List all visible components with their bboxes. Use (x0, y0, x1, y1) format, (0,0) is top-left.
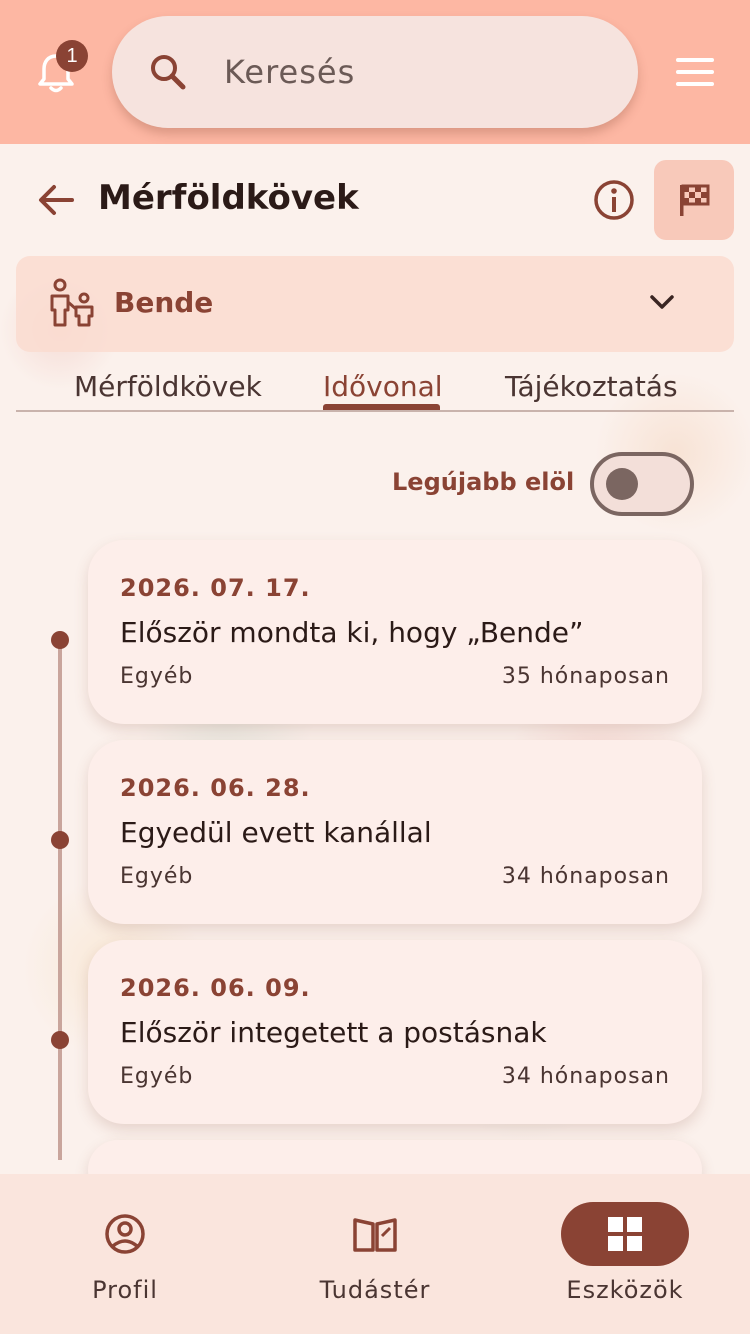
milestone-flag-button[interactable] (654, 160, 734, 240)
tab-milestones[interactable]: Mérföldkövek (74, 370, 262, 403)
tab-bar: Mérföldkövek Idővonal Tájékoztatás (16, 360, 734, 412)
hamburger-menu-icon[interactable] (676, 58, 714, 88)
search-input[interactable] (224, 46, 604, 98)
milestone-age: 35 hónaposan (501, 664, 670, 689)
sort-newest-first-toggle[interactable] (590, 452, 694, 516)
nav-item-knowledge[interactable]: Tudástér (250, 1174, 500, 1334)
top-app-bar: 1 (0, 0, 750, 144)
nav-item-profile[interactable]: Profil (0, 1174, 250, 1334)
checkered-flag-icon (680, 184, 710, 216)
child-selector-dropdown[interactable]: Bende (16, 256, 734, 352)
book-icon (311, 1202, 439, 1266)
milestone-category: Egyéb (120, 864, 194, 889)
info-icon[interactable] (592, 178, 636, 222)
chevron-down-icon (648, 292, 676, 312)
timeline-dot (51, 631, 69, 649)
selected-child-name: Bende (114, 286, 214, 319)
active-tab-indicator (323, 404, 440, 410)
search-bar[interactable] (112, 16, 638, 128)
milestone-age: 34 hónaposan (501, 864, 670, 889)
milestone-category: Egyéb (120, 664, 194, 689)
toggle-knob (606, 468, 638, 500)
page-title: Mérföldkövek (98, 178, 359, 218)
tab-information[interactable]: Tájékoztatás (505, 370, 678, 403)
milestone-card[interactable]: 2026. 07. 17. Először mondta ki, hogy „B… (88, 540, 702, 724)
milestone-title: Először integetett a postásnak (120, 1016, 547, 1049)
milestone-date: 2026. 06. 09. (120, 974, 311, 1002)
parent-child-icon (48, 278, 96, 328)
search-icon (148, 52, 188, 92)
nav-label-tools: Eszközök (566, 1276, 684, 1304)
nav-label-profile: Profil (92, 1276, 158, 1304)
notification-count-badge: 1 (56, 40, 88, 72)
milestone-date: 2026. 06. 28. (120, 774, 311, 802)
milestone-card[interactable]: 2026. 06. 09. Először integetett a postá… (88, 940, 702, 1124)
milestone-title: Először mondta ki, hogy „Bende” (120, 616, 584, 649)
nav-item-tools[interactable]: Eszközök (500, 1174, 750, 1334)
tab-timeline[interactable]: Idővonal (323, 370, 443, 403)
milestone-card[interactable]: 2026. 06. 28. Egyedül evett kanállal Egy… (88, 740, 702, 924)
timeline-dot (51, 1031, 69, 1049)
milestone-title: Egyedül evett kanállal (120, 816, 432, 849)
profile-icon (61, 1202, 189, 1266)
milestone-date: 2026. 07. 17. (120, 574, 311, 602)
milestone-category: Egyéb (120, 1064, 194, 1089)
timeline-dot (51, 831, 69, 849)
nav-label-knowledge: Tudástér (319, 1276, 431, 1304)
grid-icon (561, 1202, 689, 1266)
timeline-line (58, 640, 62, 1160)
bottom-navigation: Profil Tudástér Eszközök (0, 1174, 750, 1334)
back-arrow-icon[interactable] (36, 180, 76, 220)
milestone-age: 34 hónaposan (501, 1064, 670, 1089)
sort-newest-first-label: Legújabb elöl (392, 468, 575, 496)
